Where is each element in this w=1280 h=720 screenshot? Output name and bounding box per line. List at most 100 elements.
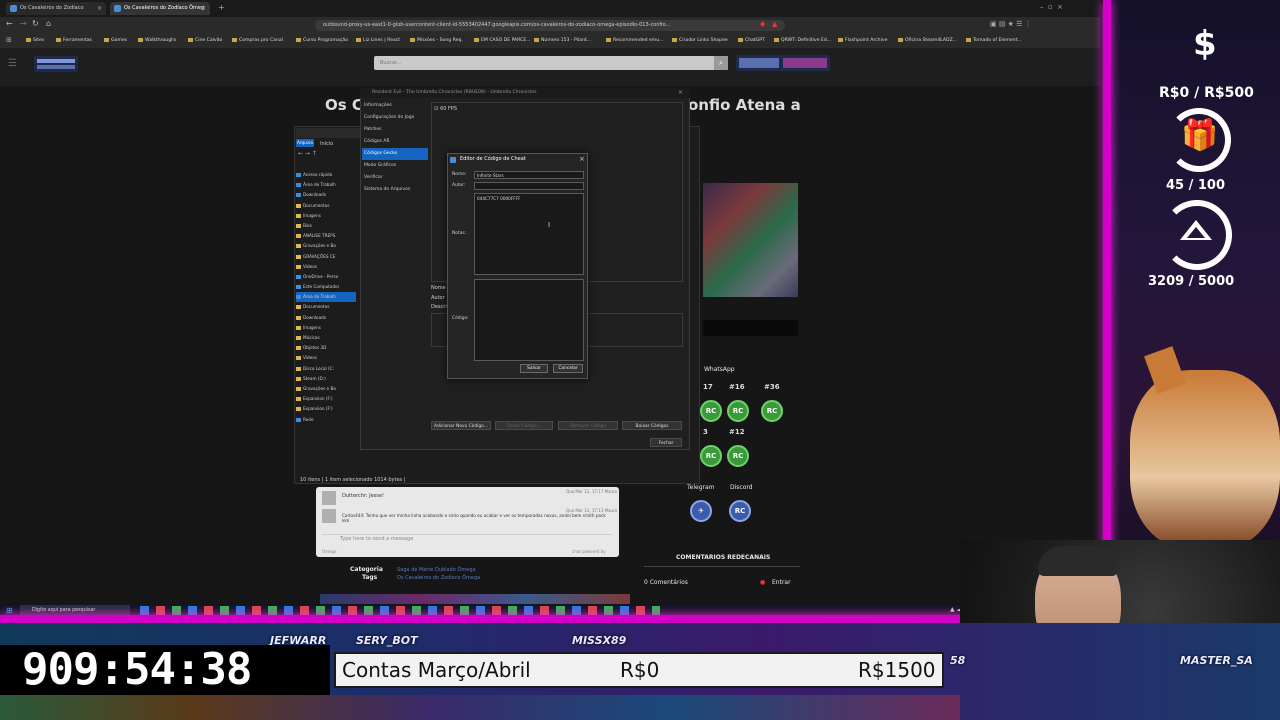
reload-icon[interactable]: ↻ [32, 19, 39, 28]
tree-item-selected[interactable]: Área de Trabalh [296, 292, 356, 303]
tree-item[interactable]: ANÁLISE TREPS [296, 231, 356, 241]
tree-item[interactable]: Área de Trabalh [296, 180, 356, 190]
add-code-button[interactable]: Adicionar Novo Código... [431, 421, 491, 430]
bookmark-item[interactable]: Criador Links Shopee [672, 36, 728, 46]
nav-item[interactable]: Sistema de Arquivos [362, 184, 428, 196]
url-field[interactable]: outbound-proxy-us-east1-0-glob-userconte… [315, 20, 785, 31]
nav-item[interactable]: Configurações do Jogo [362, 112, 428, 124]
tree-item[interactable]: Expansion (F:) [296, 394, 356, 404]
adblock-icon[interactable]: ▲ [772, 20, 777, 28]
login-link[interactable]: Entrar [772, 579, 791, 586]
bookmark-item[interactable]: Compras pro Canal [232, 36, 283, 46]
bookmark-item[interactable]: Curso Programação [296, 36, 348, 46]
close-tab-icon[interactable]: × [97, 2, 102, 15]
bookmark-item[interactable]: Oficina Steam4LADZ... [898, 36, 957, 46]
code-checkbox[interactable]: ☑ 60 FPS [434, 106, 457, 112]
bookmark-item[interactable]: Walkthroughs [138, 36, 176, 46]
ribbon-tab-home[interactable]: Início [320, 141, 333, 147]
discord-icon[interactable]: RC [729, 500, 751, 522]
tree-item[interactable]: Acesso rápido [296, 170, 356, 180]
back-icon[interactable]: ← [6, 19, 13, 28]
code-textarea[interactable] [474, 279, 584, 361]
tree-item[interactable]: Documentos [296, 201, 356, 211]
site-search-input[interactable]: Buscar... [374, 56, 728, 70]
tree-item[interactable]: Documentos [296, 302, 356, 312]
partner-logo[interactable] [736, 55, 830, 75]
tree-item[interactable]: Downloads [296, 313, 356, 323]
bookmark-item[interactable]: Games [104, 36, 127, 46]
bookmark-item[interactable]: Sites [26, 36, 44, 46]
tree-item[interactable]: Imagens [296, 323, 356, 333]
close-button[interactable]: Fechar [650, 438, 682, 447]
nav-item-selected[interactable]: Códigos Gecko [362, 148, 428, 160]
dialog-close-icon[interactable]: × [579, 155, 585, 163]
bookmark-item[interactable]: Número 153 - Pilant... [534, 36, 591, 46]
rc-badge-icon[interactable]: RC [761, 400, 783, 422]
bookmark-item[interactable]: Cine Calvão [188, 36, 222, 46]
bookmark-item[interactable]: Flashpoint Archive [838, 36, 887, 46]
bookmark-item[interactable]: QRWT: Definitive Ed... [774, 36, 831, 46]
nav-item[interactable]: Códigos AR [362, 136, 428, 148]
tree-item[interactable]: Bios [296, 221, 356, 231]
edit-code-button[interactable]: Editar Código... [495, 421, 553, 430]
bookmark-item[interactable]: ChatGPT [738, 36, 765, 46]
tree-item[interactable]: Objetos 3D [296, 343, 356, 353]
bookmark-item[interactable]: Tornado of Element... [966, 36, 1022, 46]
tree-item[interactable]: Expansion (F:) [296, 404, 356, 414]
window-controls[interactable]: – ▫ × [1040, 3, 1063, 11]
toolbar-icons[interactable]: ▣ ▤ ★ ☰ ⋮ [990, 20, 1032, 28]
tree-item[interactable]: Gravações e Ba [296, 241, 356, 251]
rc-badge-icon[interactable]: RC [727, 400, 749, 422]
discord-label[interactable]: Discord [730, 484, 753, 491]
tree-item[interactable]: Imagens [296, 211, 356, 221]
start-icon[interactable]: ⊞ [6, 606, 13, 615]
nav-arrows-icon[interactable]: ← → ↑ [298, 150, 317, 157]
notes-textarea[interactable]: 044C77C7 0000FFFF [474, 193, 584, 275]
tree-item[interactable]: Vídeos [296, 262, 356, 272]
tree-item[interactable]: Steam (D:) [296, 374, 356, 384]
tree-item[interactable]: Vídeos [296, 353, 356, 363]
rc-badge-icon[interactable]: RC [727, 445, 749, 467]
site-logo[interactable] [34, 56, 78, 75]
menu-icon[interactable]: ☰ [8, 58, 17, 69]
tree-item[interactable]: Disco Local (C: [296, 364, 356, 374]
bookmark-item[interactable]: Recommended emu... [606, 36, 664, 46]
rc-badge-icon[interactable]: RC [700, 445, 722, 467]
bookmark-item[interactable]: Missões - Song Req. [410, 36, 463, 46]
nav-item[interactable]: Informações [362, 100, 428, 112]
nav-item[interactable]: Verificar [362, 172, 428, 184]
ribbon-tab-file[interactable]: Arquivo [296, 139, 314, 147]
bookmark-item[interactable]: Liz Lines | React [356, 36, 400, 46]
tree-item[interactable]: Rede [296, 415, 356, 425]
banner-strip[interactable] [320, 594, 630, 604]
tree-item[interactable]: GRAVAÇÕES CE [296, 252, 356, 262]
extension-icon[interactable]: ◆ [760, 20, 765, 28]
tree-item[interactable]: Músicas [296, 333, 356, 343]
home-icon[interactable]: ⌂ [46, 19, 51, 28]
tree-item[interactable]: Gravações e Ba [296, 384, 356, 394]
tree-item[interactable]: Downloads [296, 190, 356, 200]
tree-item[interactable]: OneDrive - Perso [296, 272, 356, 282]
thumbnail-grid[interactable] [703, 183, 798, 297]
download-codes-button[interactable]: Baixar Códigos [622, 421, 682, 430]
chat-input[interactable]: Type here to send a message [322, 534, 612, 543]
close-icon[interactable]: × [678, 89, 683, 96]
bookmark-item[interactable]: EM CASO DE PARCE... [474, 36, 531, 46]
rc-badge-icon[interactable]: RC [700, 400, 722, 422]
login-icon[interactable]: ● [760, 579, 765, 586]
close-tab-icon[interactable]: × [201, 2, 206, 15]
tree-item[interactable]: Este Computador [296, 282, 356, 292]
remove-code-button[interactable]: Remover Código [558, 421, 618, 430]
cancel-button[interactable]: Cancelar [553, 364, 583, 373]
tags-link[interactable]: Os Cavaleiros do Zodíaco Ômega [397, 575, 480, 581]
nav-item[interactable]: Modo Gráficos [362, 160, 428, 172]
tab-dublado[interactable]: Os Cavaleiros do Zodíaco (Dublado) × [6, 2, 106, 15]
save-button[interactable]: Salvar [520, 364, 548, 373]
new-tab-icon[interactable]: + [218, 3, 225, 12]
category-link[interactable]: Saga de Marte Dublado Ômega [397, 567, 476, 573]
forward-icon[interactable]: → [20, 19, 27, 28]
nav-item[interactable]: Patches [362, 124, 428, 136]
bookmark-item[interactable]: Ferramentas [56, 36, 92, 46]
telegram-icon[interactable]: ✈ [690, 500, 712, 522]
tab-omega[interactable]: Os Cavaleiros do Zodíaco Ômeg × [110, 2, 210, 15]
